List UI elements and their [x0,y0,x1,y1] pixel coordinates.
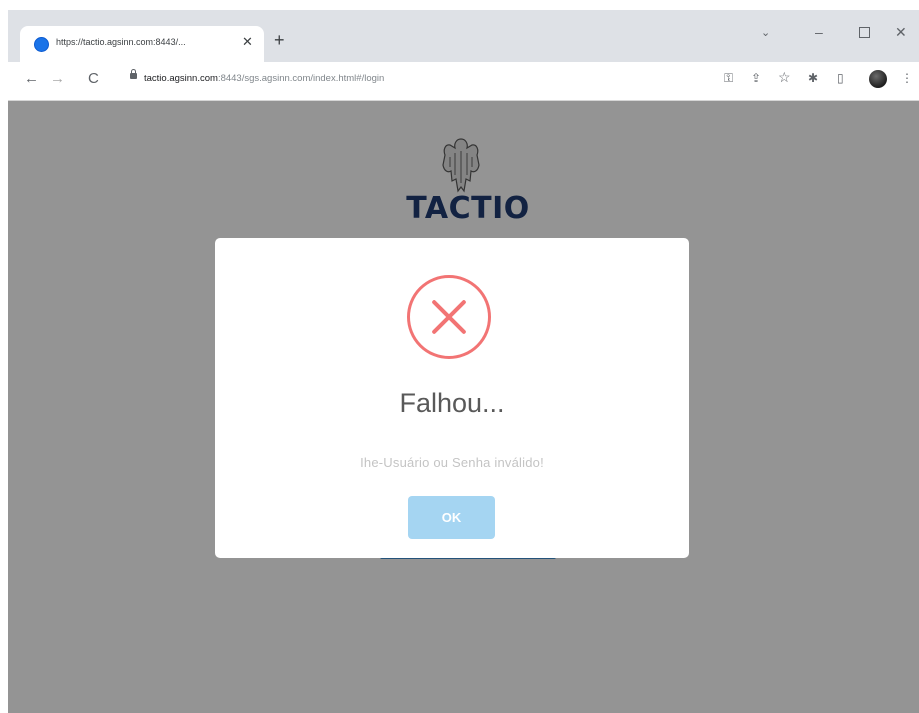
tab-title: https://tactio.agsinn.com:8443/... [56,37,186,47]
close-window-button[interactable]: ✕ [895,24,907,41]
profile-avatar[interactable] [869,70,887,88]
extensions-icon[interactable]: ✱ [808,71,818,85]
bookmark-star-icon[interactable]: ☆ [778,70,791,84]
browser-tab[interactable]: https://tactio.agsinn.com:8443/... ✕ [20,26,264,62]
ok-button[interactable]: OK [408,496,495,539]
browser-window: https://tactio.agsinn.com:8443/... ✕ + ⌄… [8,10,919,713]
favicon-icon [34,37,49,52]
maximize-button[interactable] [859,27,870,38]
tab-close-icon[interactable]: ✕ [242,34,253,50]
back-button[interactable]: ← [24,71,39,86]
lock-icon[interactable] [130,69,137,79]
reload-button[interactable]: C [88,71,99,86]
key-icon[interactable]: ⚿ [724,71,733,85]
forward-button[interactable]: → [50,71,65,86]
side-panel-icon[interactable]: ▯ [837,71,844,85]
minimize-button[interactable]: – [815,24,823,40]
url-host: tactio.agsinn.com [144,73,218,84]
new-tab-button[interactable]: + [274,31,285,49]
dialog-title: Falhou... [399,388,505,418]
page-viewport: TACTIO Falhou... Ihe-Usuário ou Senha in… [8,101,919,713]
error-x-icon [407,275,491,359]
url-text: tactio.agsinn.com:8443/sgs.agsinn.com/in… [144,73,384,84]
tab-search-icon[interactable]: ⌄ [761,26,770,39]
url-path: :8443/sgs.agsinn.com/index.html#/login [217,73,385,84]
menu-icon[interactable]: ⋮ [901,71,913,85]
address-bar[interactable]: tactio.agsinn.com:8443/sgs.agsinn.com/in… [116,67,696,93]
tab-strip: https://tactio.agsinn.com:8443/... ✕ + ⌄… [8,10,919,62]
error-dialog: Falhou... Ihe-Usuário ou Senha inválido!… [215,238,689,558]
dialog-message: Ihe-Usuário ou Senha inválido! [360,455,544,470]
share-icon[interactable]: ⇪ [751,71,761,85]
browser-toolbar: ← → C tactio.agsinn.com:8443/sgs.agsinn.… [8,62,919,101]
